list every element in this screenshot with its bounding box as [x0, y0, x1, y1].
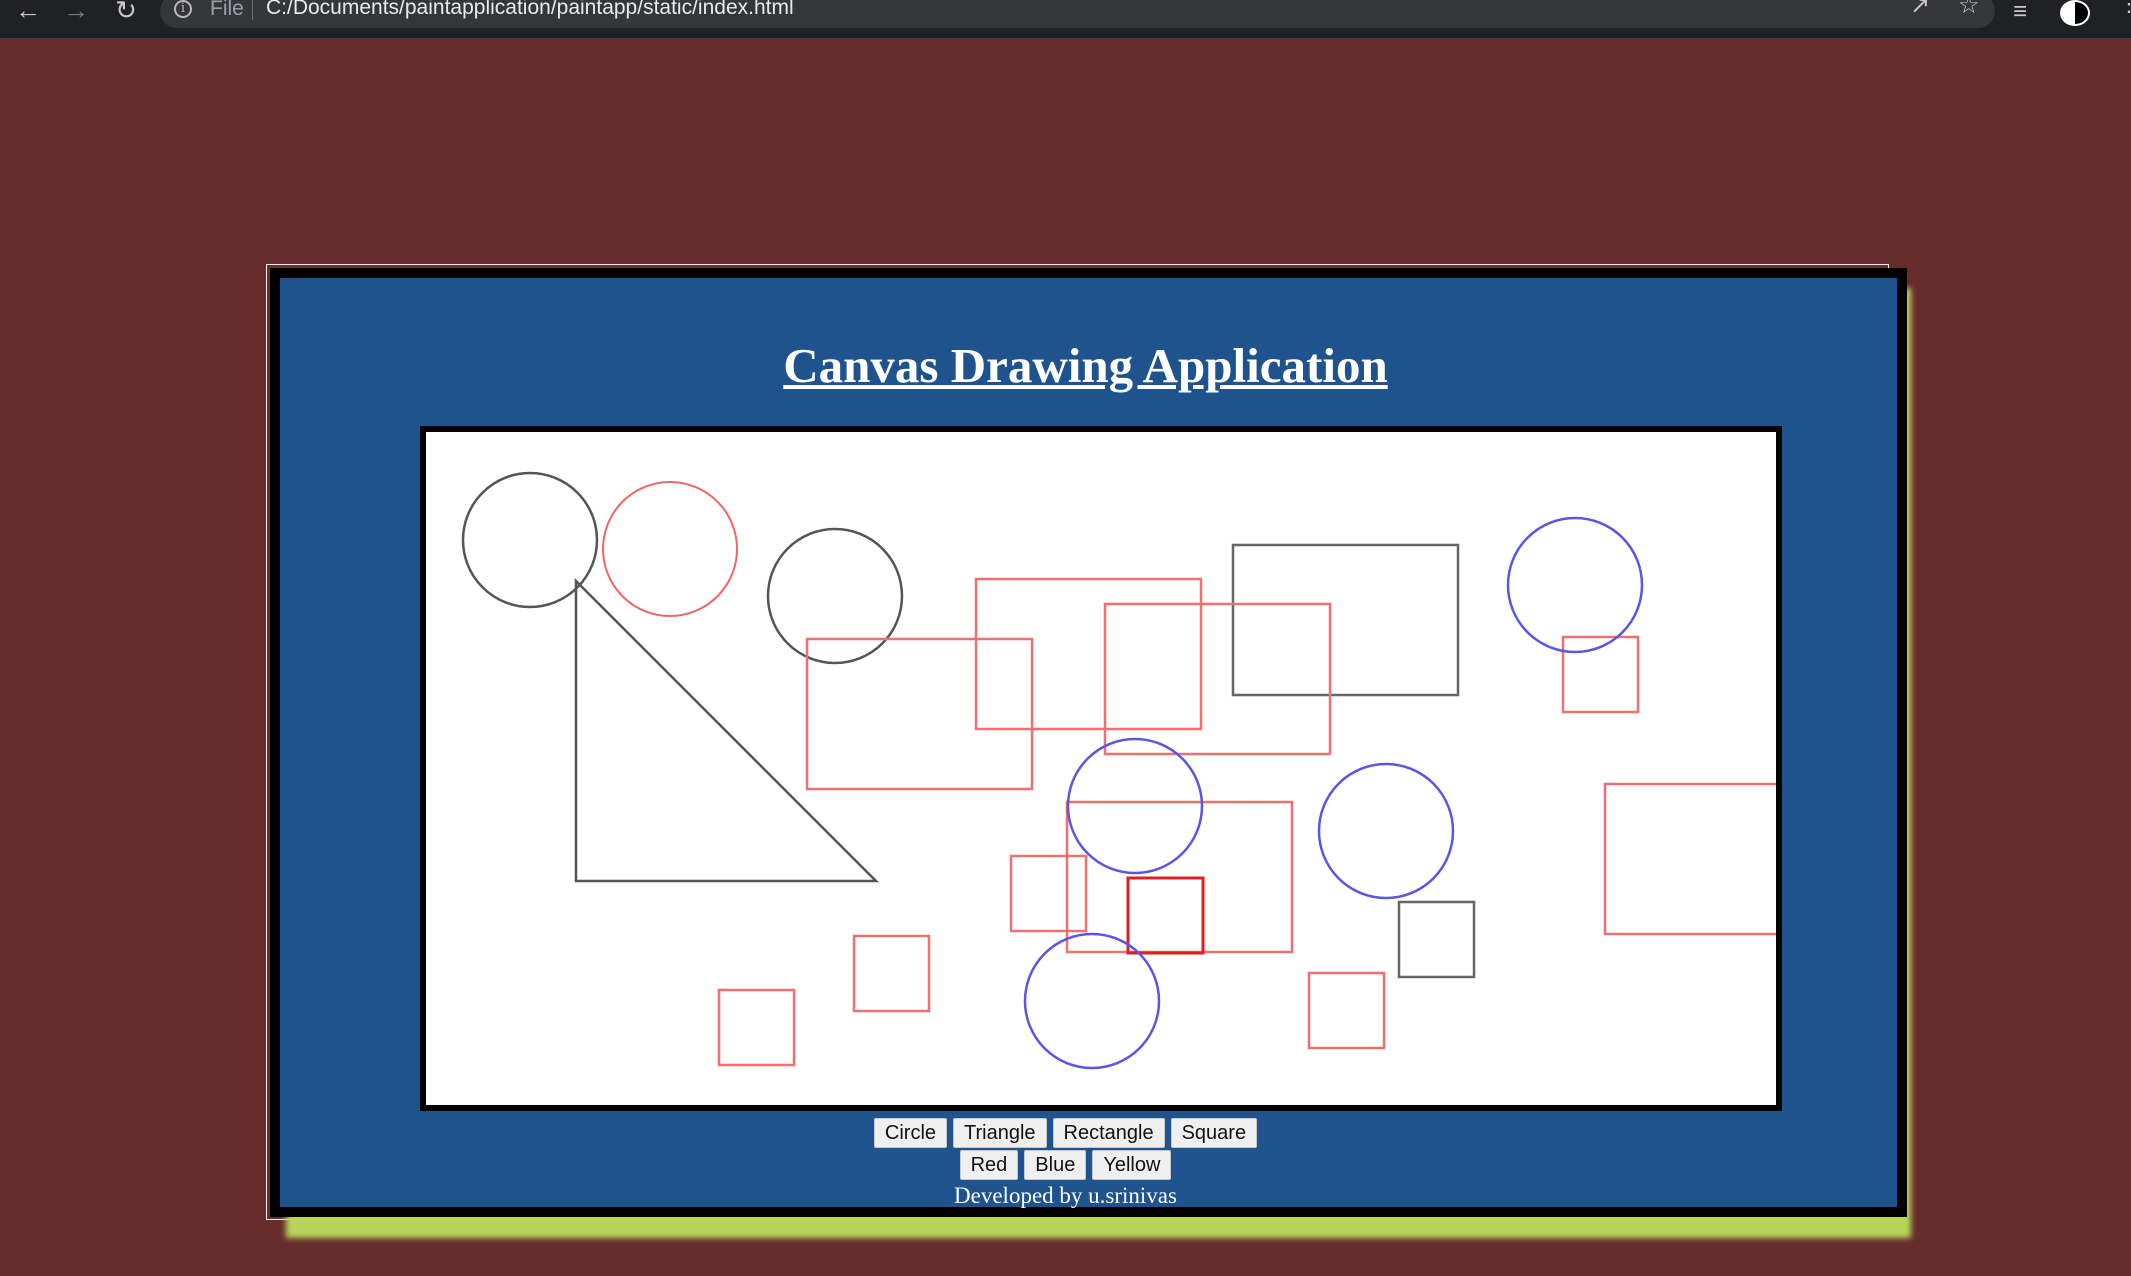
share-icon[interactable]: ↗	[1910, 0, 1930, 18]
square-button[interactable]: Square	[1170, 1118, 1258, 1148]
shape-rect-red-2	[974, 577, 1203, 731]
color-button-row: Red Blue Yellow	[0, 1150, 2131, 1180]
reading-list-icon[interactable]: ≡	[2013, 0, 2027, 24]
forward-arrow-icon[interactable]: →	[60, 0, 92, 24]
file-scheme-label: File	[210, 0, 244, 20]
shape-rect-red-3	[1103, 602, 1332, 756]
shape-circle-blue-1	[1506, 516, 1644, 654]
back-arrow-icon[interactable]: ←	[12, 0, 44, 24]
shape-circle-blue-3	[1317, 762, 1455, 900]
triangle-button[interactable]: Triangle	[953, 1118, 1047, 1148]
shape-circle-gray-2	[766, 527, 904, 665]
drawing-canvas[interactable]	[420, 426, 1782, 1111]
shape-square-red-3	[1126, 876, 1205, 955]
developer-credit: Developed by u.srinivas	[954, 1183, 1177, 1208]
red-button[interactable]: Red	[959, 1150, 1019, 1180]
shape-circle-blue-2	[1066, 737, 1204, 875]
blue-button[interactable]: Blue	[1024, 1150, 1087, 1180]
menu-kebab-icon[interactable]: ⋮	[2118, 0, 2131, 15]
reload-icon[interactable]: ↻	[110, 0, 142, 24]
shape-square-red-2	[1009, 854, 1088, 933]
url-text[interactable]: C:/Documents/paintapplication/paintapp/s…	[266, 0, 794, 21]
yellow-button[interactable]: Yellow	[1092, 1150, 1172, 1180]
shape-button-row: Circle Triangle Rectangle Square	[0, 1118, 2131, 1148]
shape-rect-red-5	[1603, 782, 1776, 936]
info-icon[interactable]: i	[174, 0, 192, 18]
circle-button[interactable]: Circle	[873, 1118, 948, 1148]
browser-toolbar: ← → ↻ i File C:/Documents/paintapplicati…	[0, 0, 2131, 39]
address-divider	[252, 0, 253, 20]
shape-rect-gray-1	[1231, 543, 1460, 697]
shape-square-red-4	[852, 934, 931, 1013]
shape-circle-blue-4	[1023, 932, 1161, 1070]
address-bar[interactable]: i File C:/Documents/paintapplication/pai…	[160, 0, 1995, 28]
contrast-extension-icon[interactable]	[2060, 0, 2090, 26]
shape-square-red-5	[717, 988, 796, 1067]
shape-circle-red-1	[602, 481, 738, 617]
rectangle-button[interactable]: Rectangle	[1052, 1118, 1165, 1148]
shape-square-red-6	[1307, 971, 1386, 1050]
bookmark-star-icon[interactable]: ☆	[1958, 0, 1980, 18]
page-title: Canvas Drawing Application	[783, 338, 1388, 393]
shape-square-gray-1	[1397, 900, 1476, 979]
shape-triangle-gray	[574, 577, 880, 883]
